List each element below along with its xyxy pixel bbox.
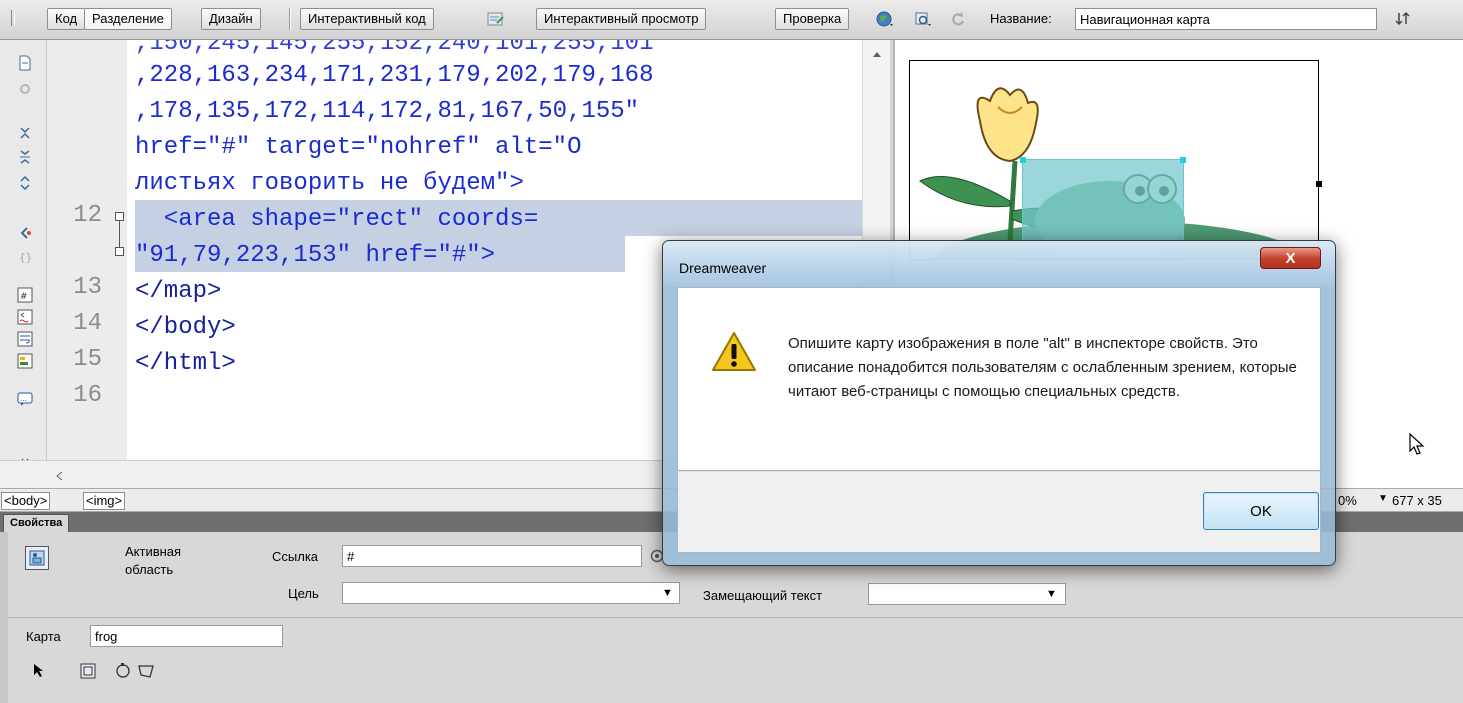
- code-line-selected: <area shape="rect" coords=: [135, 206, 539, 233]
- fold-end-icon[interactable]: [115, 247, 124, 256]
- hotspot-icon: [25, 546, 49, 570]
- scroll-up-arrow-icon[interactable]: [872, 50, 882, 58]
- chevron-down-icon[interactable]: ▼: [1046, 588, 1057, 600]
- line-number: 13: [73, 274, 102, 301]
- collapse-full-tag-icon[interactable]: [16, 124, 34, 142]
- link-label: Ссылка: [272, 549, 319, 564]
- apply-comment-icon[interactable]: ...: [16, 390, 34, 408]
- code-navigator-icon[interactable]: [486, 9, 506, 29]
- show-code-navigator-icon[interactable]: [16, 80, 34, 98]
- select-parent-tag-icon[interactable]: [16, 224, 34, 242]
- code-line-selected: "91,79,223,153" href="#">: [135, 242, 496, 269]
- close-button[interactable]: X: [1260, 247, 1321, 269]
- dialog-title: Dreamweaver: [679, 260, 767, 276]
- tag-selector-img[interactable]: <img>: [83, 492, 126, 510]
- split-view-button[interactable]: Разделение: [84, 8, 172, 30]
- rectangle-hotspot-tool-icon[interactable]: [80, 663, 96, 682]
- coding-toolbar: {} # ...: [0, 40, 47, 488]
- hotspot-handle[interactable]: [1180, 157, 1186, 163]
- image-resize-handle[interactable]: [1316, 181, 1322, 187]
- warning-icon: [710, 330, 758, 374]
- syntax-coloring-icon[interactable]: [16, 352, 34, 370]
- alt-text-label: Замещающий текст: [703, 588, 823, 603]
- dialog-footer: OK: [677, 471, 1321, 553]
- chevron-down-icon[interactable]: ▼: [1378, 493, 1388, 504]
- panel-divider: [8, 617, 1463, 618]
- line-number: 12: [73, 202, 102, 229]
- code-line: ,228,163,234,171,231,179,202,179,168: [135, 62, 654, 89]
- file-management-icon[interactable]: [1393, 9, 1413, 29]
- expand-all-icon[interactable]: [16, 174, 34, 192]
- dialog-message: Опишите карту изображения в поле "alt" в…: [788, 335, 1297, 400]
- word-wrap-icon[interactable]: [16, 330, 34, 348]
- title-label: Название:: [990, 11, 1052, 26]
- code-view-button[interactable]: Код: [47, 8, 86, 30]
- hotspot-handle[interactable]: [1020, 157, 1026, 163]
- highlight-invalid-code-icon[interactable]: [16, 308, 34, 326]
- target-label: Цель: [288, 586, 319, 601]
- live-code-button[interactable]: Интерактивный код: [300, 8, 434, 30]
- mouse-cursor-icon: [1408, 432, 1426, 459]
- dreamweaver-alert-dialog: Dreamweaver X Опишите карту изображения …: [662, 240, 1336, 566]
- refresh-icon[interactable]: [948, 9, 968, 29]
- chevron-down-icon[interactable]: ▼: [662, 587, 673, 599]
- alt-text-select[interactable]: [868, 583, 1066, 605]
- code-line: ,178,135,172,114,172,81,167,50,155": [135, 98, 640, 125]
- ok-button[interactable]: OK: [1203, 492, 1319, 530]
- open-documents-icon[interactable]: [16, 54, 34, 72]
- code-line: href="#" target="nohref" alt="О: [135, 134, 582, 161]
- code-gutter: 12 13 14 15 16: [47, 40, 127, 460]
- circle-hotspot-tool-icon[interactable]: [115, 663, 131, 682]
- collapse-selection-icon[interactable]: [16, 148, 34, 166]
- line-number: 16: [73, 382, 102, 409]
- tag-selector-body[interactable]: <body>: [1, 492, 51, 510]
- globe-icon[interactable]: [875, 9, 895, 29]
- map-name-input[interactable]: [90, 625, 283, 647]
- tab-properties[interactable]: Свойства: [3, 514, 70, 532]
- line-number: 15: [73, 346, 102, 373]
- image-map-image[interactable]: [909, 60, 1319, 260]
- scroll-left-arrow-icon[interactable]: [55, 471, 63, 481]
- fold-marker-icon[interactable]: [115, 212, 124, 221]
- zoom-level[interactable]: 0%: [1338, 493, 1357, 508]
- hotspot-label: Активная область: [125, 544, 182, 577]
- window-size[interactable]: 677 x 35: [1392, 493, 1442, 508]
- svg-text:...: ...: [20, 395, 27, 403]
- fold-line: [119, 221, 120, 249]
- toolbar-separator: [289, 8, 291, 30]
- line-number: 14: [73, 310, 102, 337]
- map-label: Карта: [26, 629, 61, 644]
- toolbar-grip: [11, 10, 15, 26]
- inspect-button[interactable]: Проверка: [775, 8, 850, 30]
- document-toolbar: Код Разделение Дизайн Интерактивный код …: [0, 0, 1463, 40]
- code-line: листьях говорить не будем">: [135, 170, 524, 197]
- balance-braces-icon[interactable]: {}: [16, 248, 34, 266]
- preview-icon[interactable]: [913, 9, 933, 29]
- svg-text:{}: {}: [19, 251, 32, 264]
- document-title-input[interactable]: [1075, 8, 1377, 30]
- pointer-hotspot-tool-icon[interactable]: [32, 662, 44, 681]
- link-input[interactable]: [342, 545, 642, 567]
- dialog-titlebar[interactable]: Dreamweaver X: [663, 241, 1335, 287]
- code-line: </html>: [135, 350, 236, 377]
- code-line: </body>: [135, 314, 236, 341]
- live-view-button[interactable]: Интерактивный просмотр: [536, 8, 707, 30]
- svg-text:#: #: [20, 292, 28, 302]
- line-numbers-icon[interactable]: #: [16, 286, 34, 304]
- code-line: </map>: [135, 278, 222, 305]
- polygon-hotspot-tool-icon[interactable]: [137, 663, 155, 682]
- dialog-body: Опишите карту изображения в поле "alt" в…: [677, 287, 1321, 471]
- target-select[interactable]: [342, 582, 680, 604]
- design-view-button[interactable]: Дизайн: [201, 8, 261, 30]
